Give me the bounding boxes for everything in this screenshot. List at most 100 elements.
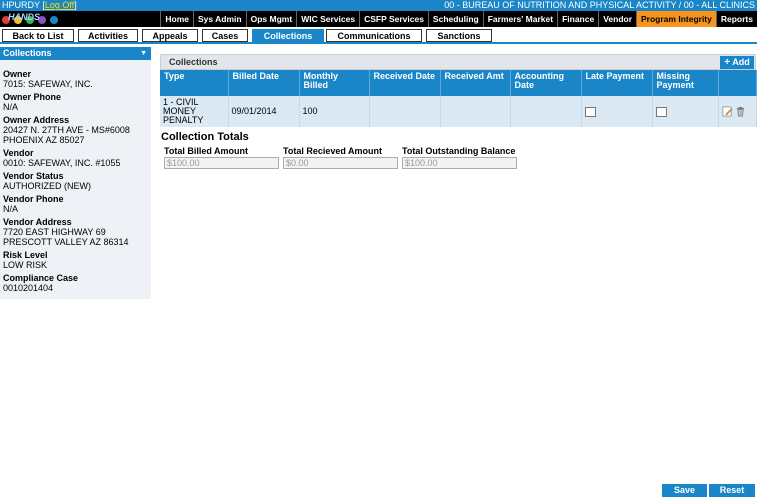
- nav-home[interactable]: Home: [160, 11, 193, 27]
- cell-type: 1 - CIVIL MONEY PENALTY: [160, 96, 229, 127]
- tab-sanctions[interactable]: Sanctions: [426, 29, 492, 42]
- tab-communications[interactable]: Communications: [326, 29, 422, 42]
- trash-icon[interactable]: [735, 106, 746, 117]
- hands-logo: HANDS: [2, 12, 78, 26]
- tab-back-to-list[interactable]: Back to List: [2, 29, 74, 42]
- nav-finance[interactable]: Finance: [557, 11, 598, 27]
- vendor-value: 0010: SAFEWAY, INC. #1055: [3, 158, 121, 168]
- top-info-bar: HPURDY [Log Off] 00 - BUREAU OF NUTRITIO…: [0, 0, 757, 11]
- vendor-address-label: Vendor Address: [3, 217, 72, 227]
- total-billed-group: Total Billed Amount $100.00: [164, 146, 279, 169]
- total-outstanding-group: Total Outstanding Balance $100.00: [402, 146, 517, 169]
- column-header-billed-date[interactable]: Billed Date: [228, 70, 300, 96]
- owner-phone-value: N/A: [3, 102, 19, 112]
- logo-text: HANDS: [8, 12, 41, 22]
- column-header-accounting-date[interactable]: Accounting Date: [510, 70, 582, 96]
- nav-vendor[interactable]: Vendor: [598, 11, 636, 27]
- vendor-address-value: 7720 EAST HIGHWAY 69 PRESCOTT VALLEY AZ …: [3, 227, 129, 247]
- total-outstanding-field[interactable]: $100.00: [402, 157, 517, 169]
- cell-received-amt: [440, 96, 511, 127]
- owner-phone-label: Owner Phone: [3, 92, 62, 102]
- total-received-field[interactable]: $0.00: [283, 157, 398, 169]
- risk-level-field: Risk Level LOW RISK: [0, 250, 151, 270]
- cell-billed-date: 09/01/2014: [228, 96, 300, 127]
- table-header-row: Type Billed Date Monthly Billed Received…: [160, 70, 757, 96]
- nav-sys-admin[interactable]: Sys Admin: [193, 11, 246, 27]
- risk-level-label: Risk Level: [3, 250, 48, 260]
- cell-monthly-billed: 100: [299, 96, 370, 127]
- column-header-received-amt[interactable]: Received Amt: [440, 70, 511, 96]
- nav-ops-mgmt[interactable]: Ops Mgmt: [245, 11, 297, 27]
- edit-icon[interactable]: [722, 106, 733, 117]
- add-button-label: Add: [732, 57, 750, 67]
- column-header-late-payment[interactable]: Late Payment: [581, 70, 653, 96]
- vendor-phone-value: N/A: [3, 204, 19, 214]
- column-header-type[interactable]: Type: [160, 70, 229, 96]
- total-outstanding-label: Total Outstanding Balance: [402, 146, 516, 156]
- risk-level-value: LOW RISK: [3, 260, 48, 270]
- late-payment-checkbox[interactable]: [584, 106, 596, 117]
- vendor-info-sidebar: Collections ▼ Owner 7015: SAFEWAY, INC. …: [0, 47, 151, 299]
- vendor-status-value: AUTHORIZED (NEW): [3, 181, 91, 191]
- cell-actions: [718, 96, 757, 127]
- username: HPURDY [: [2, 0, 45, 10]
- column-header-missing-payment[interactable]: Missing Payment: [652, 70, 719, 96]
- vendor-status-label: Vendor Status: [3, 171, 64, 181]
- cell-late-payment: [581, 96, 653, 127]
- tab-appeals[interactable]: Appeals: [142, 29, 198, 42]
- sidebar-header[interactable]: Collections ▼: [0, 47, 151, 60]
- nav-csfp-services[interactable]: CSFP Services: [359, 11, 428, 27]
- table-row[interactable]: 1 - CIVIL MONEY PENALTY 09/01/2014 100: [160, 96, 757, 127]
- column-header-monthly-billed[interactable]: Monthly Billed: [299, 70, 370, 96]
- tab-activities[interactable]: Activities: [78, 29, 138, 42]
- cell-received-date: [369, 96, 441, 127]
- sub-tab-bar: Back to List Activities Appeals Cases Co…: [0, 27, 757, 44]
- vendor-address-field: Vendor Address 7720 EAST HIGHWAY 69 PRES…: [0, 217, 151, 247]
- nav-scheduling[interactable]: Scheduling: [427, 11, 483, 27]
- total-billed-label: Total Billed Amount: [164, 146, 248, 156]
- collections-panel-title: Collections: [169, 57, 218, 67]
- owner-field: Owner 7015: SAFEWAY, INC.: [0, 69, 151, 89]
- total-received-group: Total Recieved Amount $0.00: [283, 146, 398, 169]
- vendor-label: Vendor: [3, 148, 34, 158]
- vendor-field: Vendor 0010: SAFEWAY, INC. #1055: [0, 148, 151, 168]
- nav-wic-services[interactable]: WIC Services: [296, 11, 359, 27]
- nav-farmers-market[interactable]: Farmers' Market: [482, 11, 557, 27]
- main-nav-bar: HANDS Home Sys Admin Ops Mgmt WIC Servic…: [0, 11, 757, 27]
- owner-address-label: Owner Address: [3, 115, 70, 125]
- collections-table: Type Billed Date Monthly Billed Received…: [160, 70, 757, 127]
- nav-program-integrity[interactable]: Program Integrity: [636, 11, 716, 27]
- save-button[interactable]: Save: [662, 484, 707, 497]
- nav-reports[interactable]: Reports: [715, 11, 757, 27]
- vendor-status-field: Vendor Status AUTHORIZED (NEW): [0, 171, 151, 191]
- username-close: ]: [74, 0, 77, 10]
- cell-missing-payment: [652, 96, 719, 127]
- clinic-context: 00 - BUREAU OF NUTRITION AND PHYSICAL AC…: [444, 0, 755, 10]
- chevron-down-icon[interactable]: ▼: [140, 47, 147, 60]
- compliance-case-label: Compliance Case: [3, 273, 79, 283]
- column-header-received-date[interactable]: Received Date: [369, 70, 441, 96]
- collection-totals-title: Collection Totals: [161, 131, 249, 143]
- cell-accounting-date: [510, 96, 582, 127]
- logo-dot-icon: [50, 16, 58, 24]
- tab-cases[interactable]: Cases: [202, 29, 248, 42]
- total-billed-field[interactable]: $100.00: [164, 157, 279, 169]
- reset-button[interactable]: Reset: [709, 484, 755, 497]
- sidebar-title: Collections: [3, 48, 52, 58]
- user-info: HPURDY [Log Off]: [2, 0, 77, 11]
- owner-address-value: 20427 N. 27TH AVE - MS#6008 PHOENIX AZ 8…: [3, 125, 130, 145]
- total-received-label: Total Recieved Amount: [283, 146, 383, 156]
- collections-panel-header: Collections + Add: [160, 54, 756, 70]
- missing-payment-checkbox[interactable]: [655, 106, 667, 117]
- collections-panel: Collections + Add Type Billed Date Month…: [160, 54, 757, 128]
- compliance-case-field: Compliance Case 0010201404: [0, 273, 151, 293]
- tab-collections[interactable]: Collections: [252, 29, 324, 42]
- nav-menu: Home Sys Admin Ops Mgmt WIC Services CSF…: [160, 11, 757, 27]
- owner-value: 7015: SAFEWAY, INC.: [3, 79, 93, 89]
- owner-phone-field: Owner Phone N/A: [0, 92, 151, 112]
- add-collection-button[interactable]: + Add: [720, 56, 754, 69]
- plus-icon: +: [724, 57, 731, 68]
- vendor-phone-label: Vendor Phone: [3, 194, 64, 204]
- log-off-link[interactable]: Log Off: [45, 0, 74, 10]
- compliance-case-value: 0010201404: [3, 283, 54, 293]
